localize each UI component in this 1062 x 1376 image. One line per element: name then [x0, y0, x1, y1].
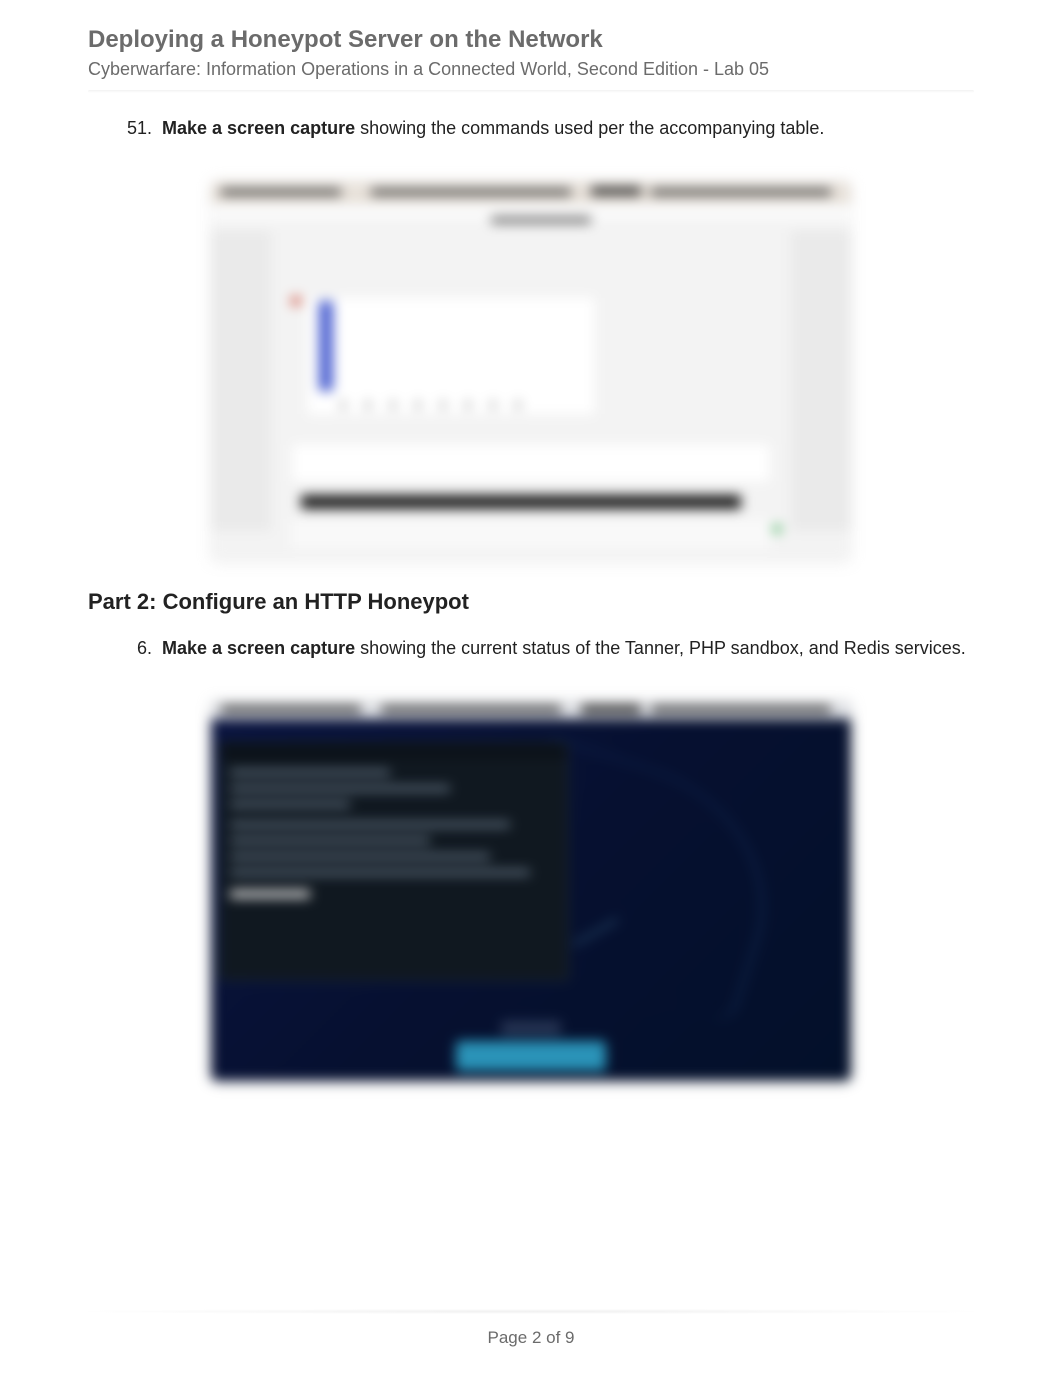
screenshot-1 — [211, 181, 851, 561]
instruction-6: 6. Make a screen capture showing the cur… — [112, 635, 974, 661]
page-title: Deploying a Honeypot Server on the Netwo… — [88, 24, 974, 55]
instruction-51: 51. Make a screen capture showing the co… — [112, 115, 974, 141]
list-body: Make a screen capture showing the curren… — [162, 635, 974, 661]
page-footer: Page 2 of 9 — [0, 1328, 1062, 1348]
header-divider — [88, 90, 974, 93]
section-title-part2: Part 2: Configure an HTTP Honeypot — [88, 589, 974, 615]
instruction-bold: Make a screen capture — [162, 638, 355, 658]
page-subtitle: Cyberwarfare: Information Operations in … — [88, 59, 974, 80]
list-body: Make a screen capture showing the comman… — [162, 115, 974, 141]
screenshot-2 — [211, 701, 851, 1081]
footer-divider — [88, 1309, 974, 1314]
instruction-rest: showing the current status of the Tanner… — [355, 638, 966, 658]
instruction-bold: Make a screen capture — [162, 118, 355, 138]
list-number: 51. — [112, 115, 152, 141]
list-number: 6. — [112, 635, 152, 661]
instruction-rest: showing the commands used per the accomp… — [355, 118, 824, 138]
